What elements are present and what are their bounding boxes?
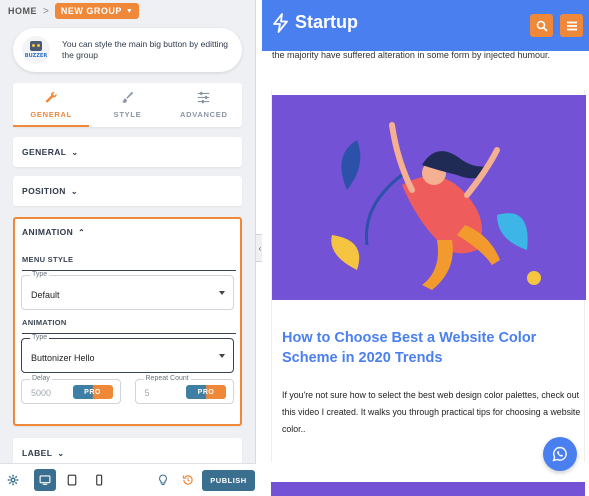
info-text: You can style the main big button by edi…	[62, 39, 229, 60]
pro-badge[interactable]: PRO	[186, 385, 226, 399]
repeat-count-value: 5	[144, 388, 150, 398]
menu-style-heading: MENU STYLE	[22, 255, 74, 264]
section-label-title: LABEL	[22, 448, 53, 458]
pro-badge[interactable]: PRO	[72, 385, 113, 399]
tab-style[interactable]: STYLE	[89, 83, 165, 127]
section-animation: ANIMATION ⌃ MENU STYLE Type Default ANIM…	[13, 217, 242, 426]
menu-style-select[interactable]: Type Default	[21, 271, 234, 310]
partial-paragraph: the majority have suffered alteration in…	[272, 50, 550, 60]
chevron-down-icon: ⌄	[70, 186, 78, 196]
divider	[22, 270, 236, 271]
animation-type-value: Buttonizer Hello	[31, 353, 95, 363]
tab-style-label: STYLE	[113, 110, 142, 119]
site-header: Startup	[262, 0, 589, 51]
site-brand-name: Startup	[295, 12, 358, 32]
breadcrumb-home[interactable]: HOME	[8, 6, 37, 16]
lightning-icon	[273, 12, 288, 33]
section-position-title: POSITION	[22, 186, 66, 196]
menu-button[interactable]	[560, 14, 583, 37]
buzzer-logo: BUZZER	[22, 36, 50, 64]
post-featured-image[interactable]	[272, 95, 586, 300]
blog-post-card: How to Choose Best a Website Color Schem…	[271, 90, 586, 462]
info-card: BUZZER You can style the main big button…	[13, 28, 242, 72]
gear-icon[interactable]	[2, 469, 24, 491]
tab-advanced[interactable]: ADVANCED	[166, 83, 242, 127]
sliders-icon	[198, 91, 210, 104]
repeat-count-input[interactable]: Repeat Count 5 PRO	[134, 375, 234, 404]
repeat-count-legend: Repeat Count	[143, 375, 191, 382]
post-excerpt: If you're not sure how to select the bes…	[282, 390, 581, 434]
breadcrumb-group-dropdown[interactable]: NEW GROUP ▼	[54, 3, 140, 19]
post-title[interactable]: How to Choose Best a Website Color Schem…	[282, 328, 582, 368]
delay-legend: Delay	[30, 375, 52, 382]
breadcrumb-group-label: NEW GROUP	[60, 6, 122, 16]
lightbulb-icon[interactable]	[152, 469, 174, 491]
divider	[22, 333, 236, 334]
chevron-left-icon: ‹	[258, 243, 262, 253]
section-general[interactable]: GENERAL ⌄	[13, 137, 242, 167]
publish-button[interactable]: PUBLISH	[202, 470, 255, 491]
caret-down-icon: ▼	[125, 7, 134, 15]
search-button[interactable]	[530, 14, 553, 37]
search-icon	[536, 20, 548, 32]
tablet-icon[interactable]	[61, 469, 83, 491]
animation-heading: ANIMATION	[22, 318, 67, 327]
tab-advanced-label: ADVANCED	[180, 110, 228, 119]
dropdown-arrow-icon	[219, 354, 225, 358]
history-icon[interactable]	[177, 469, 199, 491]
delay-value: 5000	[31, 388, 52, 398]
site-preview: the majority have suffered alteration in…	[262, 0, 589, 496]
wrench-icon	[45, 92, 57, 103]
brush-icon	[122, 91, 134, 103]
hamburger-icon	[566, 21, 577, 30]
dropdown-arrow-icon	[219, 291, 225, 295]
delay-input[interactable]: Delay 5000 PRO	[21, 375, 121, 404]
whatsapp-button[interactable]	[543, 437, 577, 471]
section-animation-title: ANIMATION	[22, 227, 74, 237]
editor-panel: HOME > NEW GROUP ▼ BUZZER You can style …	[0, 0, 256, 496]
breadcrumb-separator: >	[43, 5, 49, 17]
animation-type-select[interactable]: Type Buttonizer Hello	[21, 334, 234, 373]
menu-style-value: Default	[31, 290, 60, 300]
jumping-person-illustration	[331, 122, 541, 290]
site-brand[interactable]: Startup	[272, 12, 358, 33]
section-general-title: GENERAL	[22, 147, 67, 157]
section-position[interactable]: POSITION ⌄	[13, 176, 242, 206]
chevron-down-icon: ⌄	[71, 147, 79, 157]
settings-tabs: GENERAL STYLE ADVANCED	[13, 83, 242, 127]
chevron-down-icon: ⌄	[57, 448, 65, 458]
tab-general-label: GENERAL	[30, 110, 72, 119]
animation-type-legend: Type	[30, 334, 50, 341]
chevron-up-icon: ⌃	[78, 227, 86, 237]
whatsapp-icon	[552, 446, 567, 462]
tab-general[interactable]: GENERAL	[13, 83, 90, 127]
section-animation-header[interactable]: ANIMATION ⌃	[15, 219, 240, 245]
next-post-image	[271, 482, 585, 496]
breadcrumb: HOME > NEW GROUP ▼	[8, 3, 140, 19]
desktop-icon[interactable]	[34, 469, 56, 491]
bottom-toolbar: PUBLISH	[0, 463, 256, 496]
mobile-icon[interactable]	[88, 469, 110, 491]
menu-style-legend: Type	[30, 271, 50, 278]
